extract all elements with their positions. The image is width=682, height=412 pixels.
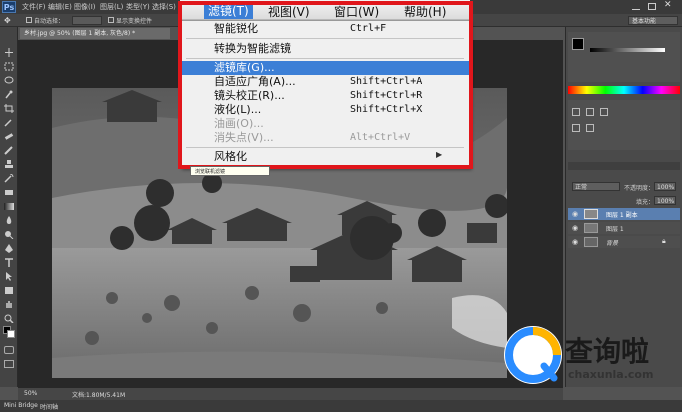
document-size: 文档:1.80M/5.41M: [72, 392, 126, 399]
hand-tool-icon[interactable]: [4, 294, 14, 308]
adjustment-icon[interactable]: [572, 108, 580, 116]
layer-thumbnail: [584, 237, 598, 247]
zoom-tool-icon[interactable]: [4, 308, 14, 324]
color-panel: [568, 32, 680, 82]
path-select-icon[interactable]: [4, 266, 14, 281]
photoshop-logo: Ps: [2, 1, 16, 13]
workspace-switcher[interactable]: 基本功能: [628, 16, 678, 25]
close-icon[interactable]: ✕: [664, 0, 672, 10]
menu-type[interactable]: 类型(Y): [126, 2, 150, 12]
show-transform-checkbox[interactable]: [108, 17, 114, 23]
lock-icon: 🔒︎: [662, 237, 666, 245]
history-brush-icon[interactable]: [4, 168, 14, 183]
eye-icon[interactable]: ◉: [572, 238, 578, 246]
color-spectrum-bar[interactable]: [568, 86, 680, 94]
crop-tool-icon[interactable]: [4, 98, 14, 113]
eyedropper-icon[interactable]: [4, 112, 14, 127]
watermark-logo-icon: [504, 326, 562, 384]
zoom-level[interactable]: 50%: [24, 390, 37, 397]
brush-tool-icon[interactable]: [4, 140, 14, 155]
type-tool-icon[interactable]: [4, 252, 14, 267]
layer-name: 背景: [606, 240, 619, 247]
watermark-url: chaxunla.com: [568, 368, 654, 381]
blend-mode-select[interactable]: 正常: [572, 182, 620, 191]
eye-icon[interactable]: ◉: [572, 224, 578, 232]
menu-layer[interactable]: 图层(L): [100, 2, 123, 12]
minimize-icon[interactable]: [632, 3, 640, 10]
mini-bridge-tab[interactable]: Mini Bridge: [4, 402, 38, 409]
menu-select[interactable]: 选择(S): [152, 2, 176, 12]
quick-mask-icon[interactable]: [4, 346, 14, 354]
marquee-tool-icon[interactable]: [4, 56, 14, 71]
opacity-input[interactable]: 100%: [654, 182, 676, 191]
panel-foreground-swatch[interactable]: [572, 38, 584, 50]
highlight-annotation-box: [178, 1, 473, 169]
move-tool-icon[interactable]: ✥: [4, 16, 11, 25]
bottom-panel-bar: [0, 400, 682, 412]
gray-slider[interactable]: [590, 48, 665, 52]
shape-tool-icon[interactable]: [4, 280, 14, 294]
adjustment-icon[interactable]: [572, 124, 580, 132]
gradient-tool-icon[interactable]: [4, 196, 14, 210]
timeline-tab[interactable]: 时间轴: [40, 402, 58, 411]
menu-edit[interactable]: 编辑(E): [48, 2, 72, 12]
watermark-text: 查询啦: [565, 335, 650, 368]
fill-label: 填充：: [636, 199, 655, 206]
eraser-icon[interactable]: [4, 182, 14, 195]
maximize-icon[interactable]: [648, 3, 656, 10]
dodge-tool-icon[interactable]: [4, 224, 14, 240]
background-color-swatch[interactable]: [7, 330, 15, 338]
tooltip: 浏览联机滤镜: [190, 166, 270, 176]
show-transform-label: 显示变换控件: [116, 18, 153, 25]
layer-name: 图层 1: [606, 226, 624, 233]
auto-select-checkbox[interactable]: [26, 17, 32, 23]
document-tab[interactable]: 乡村.jpg @ 50% (图层 1 副本, 灰色/8) *: [20, 28, 170, 39]
auto-select-target[interactable]: [72, 16, 102, 25]
layer-name: 图层 1 副本: [606, 212, 638, 219]
adjustment-icon[interactable]: [586, 108, 594, 116]
blur-tool-icon[interactable]: [4, 210, 14, 224]
fill-input[interactable]: 100%: [654, 196, 676, 205]
auto-select-label: 自动选择：: [34, 18, 65, 25]
adjustment-icon[interactable]: [586, 124, 594, 132]
layer-thumbnail: [584, 209, 598, 219]
adjustment-icon[interactable]: [600, 108, 608, 116]
lasso-tool-icon[interactable]: [4, 70, 14, 84]
eye-icon[interactable]: ◉: [572, 210, 578, 218]
menu-image[interactable]: 图像(I): [74, 2, 96, 12]
move-tool-icon[interactable]: [4, 42, 14, 57]
healing-brush-icon[interactable]: [4, 126, 14, 140]
menu-file[interactable]: 文件(F): [22, 2, 46, 12]
clone-stamp-icon[interactable]: [4, 154, 14, 168]
layer-thumbnail: [584, 223, 598, 233]
screen-mode-icon[interactable]: [4, 360, 14, 368]
quick-select-icon[interactable]: [4, 84, 14, 99]
pen-tool-icon[interactable]: [4, 238, 14, 253]
layers-panel-header: [568, 162, 680, 170]
adjustments-panel: [568, 100, 680, 150]
opacity-label: 不透明度：: [624, 185, 655, 192]
